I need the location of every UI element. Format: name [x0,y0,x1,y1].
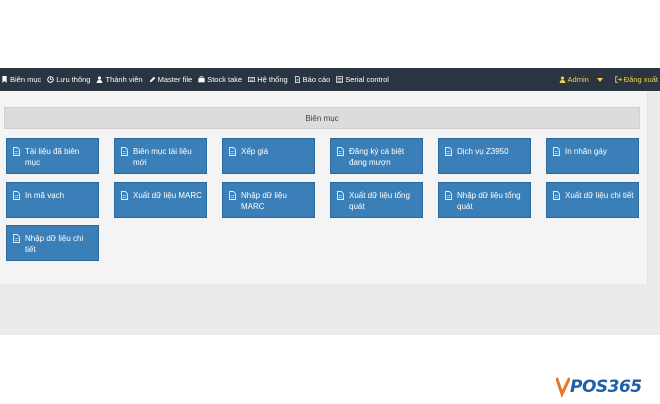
pos365-logo: POS365 [556,374,656,400]
file-icon [445,147,452,156]
file-icon [121,191,128,200]
nav-user-area: Admin Đăng xuất [553,68,660,91]
admin-label: Admin [567,75,589,84]
tile-label: Nhập dữ liệu chi tiết [25,234,84,254]
list-icon [336,76,344,83]
nav-item-stock-take[interactable]: Stock take [195,68,245,91]
tile-label: Tài liệu đã biên mục [25,147,80,167]
file-icon [553,147,560,156]
tile-dich-vu-z3950[interactable]: Dịch vụ Z3950 [438,138,531,174]
file-icon [121,147,128,156]
nav-item-he-thong[interactable]: Hệ thống [245,68,290,91]
user-icon [559,76,565,83]
nav-item-bao-cao[interactable]: Báo cáo [291,68,334,91]
tile-dang-ky-ca-biet-dang-muon[interactable]: Đăng ký cá biệt đang mượn [330,138,423,174]
tile-label: In nhãn gáy [565,147,607,156]
tile-label: Xuất dữ liệu chi tiết [565,191,634,200]
logo-text: POS365 [570,377,642,397]
tile-nhap-du-lieu-chi-tiet[interactable]: Nhập dữ liệu chi tiết [6,225,99,261]
tile-label: Dịch vụ Z3950 [457,147,509,156]
nav-item-master-file[interactable]: Master file [146,68,196,91]
nav-item-luu-thong[interactable]: Lưu thông [44,68,93,91]
file-icon [229,147,236,156]
tile-label: Nhập dữ liệu tổng quát [457,191,521,211]
tile-nhap-du-lieu-marc[interactable]: Nhập dữ liệu MARC [222,182,315,218]
file-icon [13,191,20,200]
sign-out-icon [615,76,622,83]
chevron-down-icon [596,77,603,82]
pencil-icon [149,76,155,83]
file-icon [445,191,452,200]
tile-label: Đăng ký cá biệt đang mượn [349,147,405,167]
logout-label: Đăng xuất [623,75,658,84]
bien-muc-panel: Biên mục Tài liệu đã biên mục Biên mục t… [0,91,648,284]
nav-item-label: Master file [157,75,193,84]
tile-label: Xuất dữ liệu MARC [133,191,202,200]
tile-label: Biên mục tài liệu mới [133,147,192,167]
tile-label: Nhập dữ liệu MARC [241,191,287,211]
top-blank-area [0,0,660,68]
logo-mark-icon [556,377,570,398]
tile-xuat-du-lieu-marc[interactable]: Xuất dữ liệu MARC [114,182,207,218]
nav-item-label: Serial control [345,75,389,84]
file-icon [337,147,344,156]
nav-item-thanh-vien[interactable]: Thành viên [93,68,145,91]
admin-menu-button[interactable]: Admin [553,75,609,84]
tile-tai-lieu-da-bien-muc[interactable]: Tài liệu đã biên mục [6,138,99,174]
nav-item-label: Báo cáo [302,75,331,84]
tile-label: Xuất dữ liệu tổng quát [349,191,410,211]
clock-icon [47,76,55,83]
tile-in-ma-vach[interactable]: In mã vạch [6,182,99,218]
briefcase-icon [198,76,205,83]
tile-bien-muc-tai-lieu-moi[interactable]: Biên mục tài liệu mới [114,138,207,174]
nav-item-label: Stock take [207,75,243,84]
nav-menu: Biên mục Lưu thông Thành viên Master fil… [0,68,392,91]
user-icon [97,76,103,83]
nav-item-label: Thành viên [105,75,143,84]
logout-button[interactable]: Đăng xuất [609,75,660,84]
panel-title: Biên mục [4,107,640,129]
file-icon [229,191,236,200]
bookmark-icon [2,76,7,83]
nav-item-label: Biên mục [10,75,42,84]
nav-item-bien-muc[interactable]: Biên mục [0,68,44,91]
tile-label: In mã vạch [25,191,65,200]
tile-xuat-du-lieu-tong-quat[interactable]: Xuất dữ liệu tổng quát [330,182,423,218]
main-content: Biên mục Tài liệu đã biên mục Biên mục t… [0,91,660,335]
nav-item-serial-control[interactable]: Serial control [333,68,392,91]
file-icon [13,147,20,156]
tile-label: Xếp giá [241,147,269,156]
tile-in-nhan-gay[interactable]: In nhãn gáy [546,138,639,174]
file-icon [337,191,344,200]
tile-xep-gia[interactable]: Xếp giá [222,138,315,174]
document-icon [294,76,300,83]
keyboard-icon [248,77,256,82]
nav-item-label: Hệ thống [257,75,288,84]
file-icon [553,191,560,200]
nav-item-label: Lưu thông [56,75,91,84]
top-navbar: Biên mục Lưu thông Thành viên Master fil… [0,68,660,91]
tile-xuat-du-lieu-chi-tiet[interactable]: Xuất dữ liệu chi tiết [546,182,639,218]
tile-nhap-du-lieu-tong-quat[interactable]: Nhập dữ liệu tổng quát [438,182,531,218]
file-icon [13,234,20,243]
